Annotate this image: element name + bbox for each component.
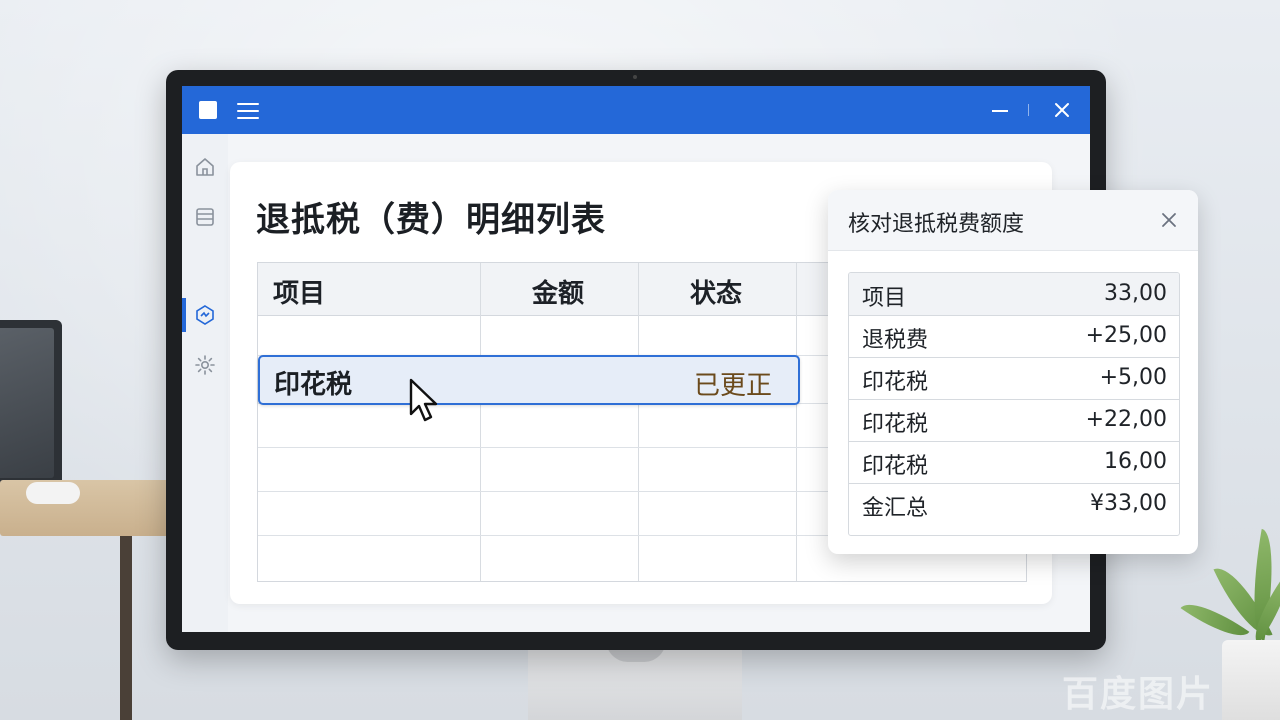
row-value: 16,00: [1104, 449, 1167, 474]
close-window-button[interactable]: [1050, 98, 1074, 122]
row-value: 33,00: [1104, 281, 1167, 306]
table-row: 项目 33,00: [849, 273, 1179, 316]
minimize-button[interactable]: [988, 100, 1012, 120]
table-row: 退税费 +25,00: [849, 315, 1179, 358]
page-title: 退抵税（费）明细列表: [256, 200, 606, 240]
row-label: 金汇总: [862, 496, 929, 521]
popup-title: 核对退抵税费额度: [848, 212, 1025, 237]
plant-pot: [1222, 640, 1280, 720]
row-label: 项目: [862, 286, 907, 311]
popup-header: 核对退抵税费额度: [828, 190, 1198, 251]
row-value: ¥33,00: [1090, 491, 1167, 516]
column-header-item[interactable]: 项目: [273, 273, 325, 310]
column-divider: [480, 263, 481, 581]
background-monitor-screen: [0, 328, 54, 478]
popup-close-button[interactable]: [1158, 209, 1180, 231]
verify-popup: 核对退抵税费额度 项目 33,00 退税费 +25,00 印花税 +5,00 印…: [828, 190, 1198, 554]
sidebar-item-home[interactable]: [192, 154, 218, 180]
close-icon: [1055, 103, 1069, 117]
sidebar-item-settings[interactable]: [192, 352, 218, 378]
row-label: 印花税: [862, 412, 929, 437]
popup-summary-table: 项目 33,00 退税费 +25,00 印花税 +5,00 印花税 +22,00…: [848, 272, 1180, 536]
sidebar-item-list[interactable]: [192, 204, 218, 230]
close-icon: [1162, 213, 1176, 227]
row-label: 退税费: [862, 328, 929, 353]
title-bar-divider: [1028, 104, 1029, 116]
background-desk-leg: [120, 536, 132, 720]
row-item-name: 印花税: [274, 370, 353, 400]
table-row: 印花税 +5,00: [849, 357, 1179, 400]
column-divider: [796, 263, 797, 581]
menu-icon[interactable]: [237, 102, 259, 120]
sidebar-active-indicator: [182, 298, 186, 332]
monitor-camera: [633, 75, 637, 79]
gear-icon: [195, 355, 215, 375]
home-icon: [196, 158, 214, 176]
table-row-total: 金汇总 ¥33,00: [849, 483, 1179, 525]
column-header-status[interactable]: 状态: [690, 273, 742, 310]
row-label: 印花税: [862, 370, 929, 395]
mouse-cursor-icon: [409, 378, 438, 422]
table-row: 印花税 +22,00: [849, 399, 1179, 442]
sidebar-item-tax[interactable]: [192, 302, 218, 328]
column-header-amount[interactable]: 金额: [532, 273, 584, 310]
column-divider: [638, 263, 639, 581]
list-icon: [196, 208, 214, 226]
title-bar: [182, 86, 1090, 134]
background-desk: [0, 480, 170, 536]
app-logo-icon: [199, 101, 217, 119]
row-value: +25,00: [1085, 323, 1167, 348]
tax-icon: [196, 305, 214, 325]
watermark: 百度图片: [1062, 674, 1215, 715]
row-value: +5,00: [1099, 365, 1167, 390]
row-label: 印花税: [862, 454, 929, 479]
row-value: +22,00: [1085, 407, 1167, 432]
background-mouse: [26, 482, 80, 504]
sidebar: [182, 134, 228, 632]
table-row-selected[interactable]: 印花税 已更正: [258, 355, 800, 405]
row-status: 已更正: [693, 371, 772, 401]
table-row: 印花税 16,00: [849, 441, 1179, 484]
